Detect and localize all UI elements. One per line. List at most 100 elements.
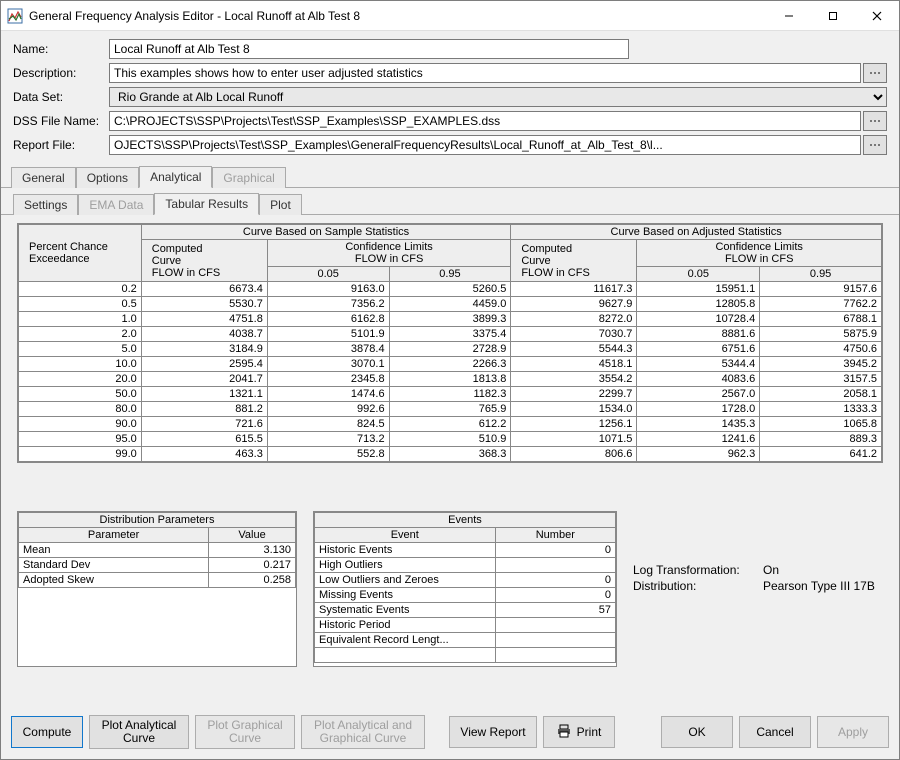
table-cell[interactable]: 10728.4 [637,312,760,327]
table-cell[interactable]: 4038.7 [141,327,267,342]
event-number-cell[interactable] [495,558,615,573]
table-cell[interactable]: 1.0 [19,312,142,327]
table-cell[interactable]: 1435.3 [637,417,760,432]
table-cell[interactable]: 3157.5 [760,372,882,387]
table-cell[interactable]: 0.5 [19,297,142,312]
table-cell[interactable]: 5875.9 [760,327,882,342]
subtab-tabular[interactable]: Tabular Results [154,193,259,215]
reportfile-input[interactable] [109,135,861,155]
table-row[interactable]: Historic Period [315,618,616,633]
table-row[interactable]: 2.04038.75101.93375.47030.78881.65875.9 [19,327,882,342]
minimize-button[interactable] [767,1,811,31]
table-cell[interactable]: 7356.2 [267,297,389,312]
cancel-button[interactable]: Cancel [739,716,811,748]
table-cell[interactable]: 12805.8 [637,297,760,312]
ok-button[interactable]: OK [661,716,733,748]
event-name-cell[interactable]: Missing Events [315,588,496,603]
dist-param-cell[interactable]: Mean [19,543,209,558]
table-cell[interactable]: 4518.1 [511,357,637,372]
table-cell[interactable]: 2041.7 [141,372,267,387]
table-cell[interactable]: 6162.8 [267,312,389,327]
table-cell[interactable]: 721.6 [141,417,267,432]
table-row[interactable]: Standard Dev0.217 [19,558,296,573]
event-number-cell[interactable]: 57 [495,603,615,618]
table-row[interactable]: 80.0881.2992.6765.91534.01728.01333.3 [19,402,882,417]
table-cell[interactable]: 15951.1 [637,282,760,297]
table-cell[interactable]: 50.0 [19,387,142,402]
table-row[interactable]: Mean3.130 [19,543,296,558]
table-cell[interactable]: 8881.6 [637,327,760,342]
tab-general[interactable]: General [11,167,76,188]
table-cell[interactable]: 641.2 [760,447,882,462]
apply-button[interactable]: Apply [817,716,889,748]
table-cell[interactable]: 5260.5 [389,282,511,297]
dist-value-cell[interactable]: 0.258 [209,573,296,588]
table-cell[interactable]: 3945.2 [760,357,882,372]
table-row[interactable]: 90.0721.6824.5612.21256.11435.31065.8 [19,417,882,432]
table-cell[interactable]: 2058.1 [760,387,882,402]
table-cell[interactable]: 824.5 [267,417,389,432]
table-cell[interactable]: 2345.8 [267,372,389,387]
event-name-cell[interactable]: Equivalent Record Lengt... [315,633,496,648]
table-cell[interactable]: 5101.9 [267,327,389,342]
compute-button[interactable]: Compute [11,716,83,748]
table-cell[interactable]: 6788.1 [760,312,882,327]
table-cell[interactable]: 0.2 [19,282,142,297]
table-cell[interactable]: 3878.4 [267,342,389,357]
table-row[interactable]: High Outliers [315,558,616,573]
close-button[interactable] [855,1,899,31]
table-row[interactable]: 99.0463.3552.8368.3806.6962.3641.2 [19,447,882,462]
table-row[interactable]: 20.02041.72345.81813.83554.24083.63157.5 [19,372,882,387]
table-cell[interactable]: 1071.5 [511,432,637,447]
dist-param-cell[interactable]: Standard Dev [19,558,209,573]
table-cell[interactable]: 1182.3 [389,387,511,402]
table-cell[interactable]: 2.0 [19,327,142,342]
results-table[interactable]: Percent Chance Exceedance Curve Based on… [18,224,882,462]
table-cell[interactable]: 3899.3 [389,312,511,327]
table-cell[interactable]: 881.2 [141,402,267,417]
table-row[interactable]: Historic Events0 [315,543,616,558]
dist-value-cell[interactable]: 0.217 [209,558,296,573]
table-cell[interactable]: 2266.3 [389,357,511,372]
table-cell[interactable]: 90.0 [19,417,142,432]
table-cell[interactable]: 8272.0 [511,312,637,327]
event-name-cell[interactable]: Historic Period [315,618,496,633]
table-cell[interactable]: 1534.0 [511,402,637,417]
table-cell[interactable]: 9163.0 [267,282,389,297]
table-cell[interactable]: 11617.3 [511,282,637,297]
table-cell[interactable]: 3184.9 [141,342,267,357]
table-cell[interactable]: 962.3 [637,447,760,462]
plot-graphical-button[interactable]: Plot Graphical Curve [195,715,295,749]
event-name-cell[interactable]: Systematic Events [315,603,496,618]
table-cell[interactable]: 5530.7 [141,297,267,312]
table-cell[interactable]: 99.0 [19,447,142,462]
table-row[interactable]: 5.03184.93878.42728.95544.36751.64750.6 [19,342,882,357]
name-input[interactable] [109,39,629,59]
table-cell[interactable]: 1474.6 [267,387,389,402]
dssfile-browse-button[interactable] [863,111,887,131]
view-report-button[interactable]: View Report [449,716,537,748]
table-cell[interactable]: 615.5 [141,432,267,447]
subtab-plot[interactable]: Plot [259,194,302,215]
table-cell[interactable]: 10.0 [19,357,142,372]
table-cell[interactable]: 20.0 [19,372,142,387]
table-row[interactable]: 0.26673.49163.05260.511617.315951.19157.… [19,282,882,297]
table-row[interactable]: Systematic Events57 [315,603,616,618]
table-cell[interactable]: 612.2 [389,417,511,432]
table-cell[interactable]: 1728.0 [637,402,760,417]
dist-param-cell[interactable]: Adopted Skew [19,573,209,588]
table-cell[interactable]: 2595.4 [141,357,267,372]
table-cell[interactable]: 3375.4 [389,327,511,342]
table-row[interactable]: 1.04751.86162.83899.38272.010728.46788.1 [19,312,882,327]
dssfile-input[interactable] [109,111,861,131]
tab-options[interactable]: Options [76,167,139,188]
event-number-cell[interactable] [495,633,615,648]
table-cell[interactable]: 889.3 [760,432,882,447]
table-cell[interactable]: 95.0 [19,432,142,447]
plot-analytical-button[interactable]: Plot Analytical Curve [89,715,189,749]
table-cell[interactable]: 806.6 [511,447,637,462]
table-row[interactable]: Equivalent Record Lengt... [315,633,616,648]
table-cell[interactable]: 6751.6 [637,342,760,357]
table-cell[interactable]: 5.0 [19,342,142,357]
event-name-cell[interactable]: Historic Events [315,543,496,558]
